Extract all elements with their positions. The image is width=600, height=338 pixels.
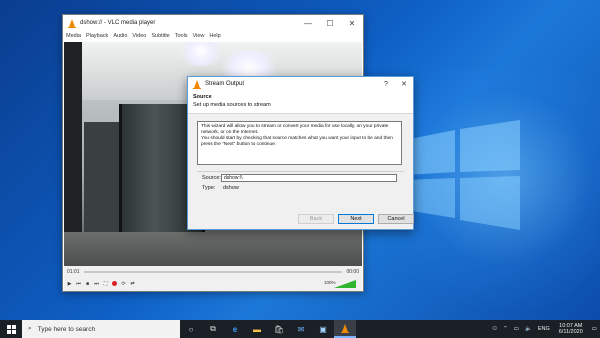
vlc-cone-icon [192, 79, 202, 89]
language-indicator[interactable]: ENG [538, 326, 550, 332]
help-button[interactable]: ? [377, 81, 395, 88]
menu-tools[interactable]: Tools [175, 33, 188, 39]
stop-icon[interactable]: ■ [84, 280, 91, 287]
type-value: dshow [223, 185, 239, 191]
windows-start-icon [6, 324, 16, 334]
vlc-taskbar-icon[interactable] [334, 320, 356, 338]
menu-media[interactable]: Media [66, 33, 81, 39]
shuffle-icon[interactable]: ⇄ [129, 280, 136, 287]
taskbar: ⌕ Type here to search ○ ⧉ e ▬ 🛍 ✉ ▣ ⚇ ⌃ … [0, 320, 600, 338]
store-icon[interactable]: 🛍 [268, 320, 290, 338]
task-view-icon[interactable]: ⧉ [202, 320, 224, 338]
people-icon[interactable]: ⚇ [492, 326, 497, 332]
menu-playback[interactable]: Playback [86, 33, 108, 39]
menu-subtitle[interactable]: Subtitle [151, 33, 169, 39]
help-text-1: This wizard will allow you to stream or … [201, 124, 389, 135]
volume-slider[interactable]: 100% [324, 280, 356, 288]
separator [197, 171, 404, 172]
windows-logo-wallpaper [405, 120, 520, 230]
menu-help[interactable]: Help [209, 33, 220, 39]
vlc-menubar: Media Playback Audio Video Subtitle Tool… [63, 31, 363, 41]
volume-icon[interactable]: 🔈 [525, 326, 532, 332]
next-button[interactable]: Next [338, 214, 374, 224]
clock-date: 6/11/2020 [558, 329, 583, 335]
close-button[interactable]: ✕ [341, 19, 363, 28]
time-total: 00:00 [346, 269, 359, 275]
mail-icon[interactable]: ✉ [290, 320, 312, 338]
app-icon[interactable]: ▣ [312, 320, 334, 338]
control-buttons: ▶ ⏮ ■ ⏭ ⛶ ⟳ ⇄ [66, 280, 136, 287]
system-tray: ⚇ ⌃ ▭ 🔈 ENG 10:07 AM 6/11/2020 ▭ [489, 320, 600, 338]
file-explorer-icon[interactable]: ▬ [246, 320, 268, 338]
prev-icon[interactable]: ⏮ [75, 280, 82, 287]
back-button[interactable]: Back [298, 214, 334, 224]
wizard-subtitle: Set up media sources to stream [193, 102, 271, 108]
dialog-titlebar: Stream Output ? ✕ [188, 77, 413, 91]
cancel-button[interactable]: Cancel [378, 214, 414, 224]
record-icon[interactable] [111, 280, 118, 287]
vlc-cone-icon [67, 18, 77, 28]
minimize-button[interactable]: — [297, 19, 319, 28]
vlc-titlebar: dshow:// - VLC media player — ☐ ✕ [63, 15, 363, 31]
dialog-close-button[interactable]: ✕ [395, 80, 413, 88]
notifications-icon[interactable]: ▭ [592, 326, 597, 332]
wizard-header: Source Set up media sources to stream [188, 91, 413, 114]
chevron-up-icon[interactable]: ⌃ [503, 326, 508, 332]
network-icon[interactable]: ▭ [514, 326, 519, 332]
wizard-title: Source [193, 94, 212, 100]
search-placeholder: Type here to search [37, 325, 96, 333]
cortana-icon[interactable]: ○ [180, 320, 202, 338]
help-textbox: This wizard will allow you to stream or … [197, 121, 402, 165]
stream-output-dialog: Stream Output ? ✕ Source Set up media so… [187, 76, 414, 230]
start-button[interactable] [0, 320, 22, 338]
taskbar-search[interactable]: ⌕ Type here to search [22, 320, 180, 338]
source-label: Source: [202, 175, 221, 181]
seek-bar[interactable] [84, 271, 342, 273]
menu-view[interactable]: View [193, 33, 205, 39]
dialog-title: Stream Output [205, 81, 245, 87]
vlc-controls: 01:01 00:00 ▶ ⏮ ■ ⏭ ⛶ ⟳ ⇄ 100% [64, 266, 362, 291]
vlc-window-title: dshow:// - VLC media player [80, 20, 156, 26]
search-icon: ⌕ [28, 325, 32, 332]
source-field[interactable]: dshow:\\ [221, 174, 397, 182]
timeline: 01:01 00:00 [64, 266, 362, 278]
next-icon[interactable]: ⏭ [93, 280, 100, 287]
play-icon[interactable]: ▶ [66, 280, 73, 287]
type-label: Type: [202, 185, 216, 191]
help-text-2: You should start by checking that source… [201, 136, 393, 147]
menu-audio[interactable]: Audio [113, 33, 127, 39]
clock[interactable]: 10:07 AM 6/11/2020 [559, 323, 583, 336]
fullscreen-icon[interactable]: ⛶ [102, 280, 109, 287]
loop-icon[interactable]: ⟳ [120, 280, 127, 287]
edge-icon[interactable]: e [224, 320, 246, 338]
maximize-button[interactable]: ☐ [319, 19, 341, 28]
time-elapsed: 01:01 [67, 269, 80, 275]
menu-video[interactable]: Video [132, 33, 146, 39]
volume-level [334, 280, 356, 288]
